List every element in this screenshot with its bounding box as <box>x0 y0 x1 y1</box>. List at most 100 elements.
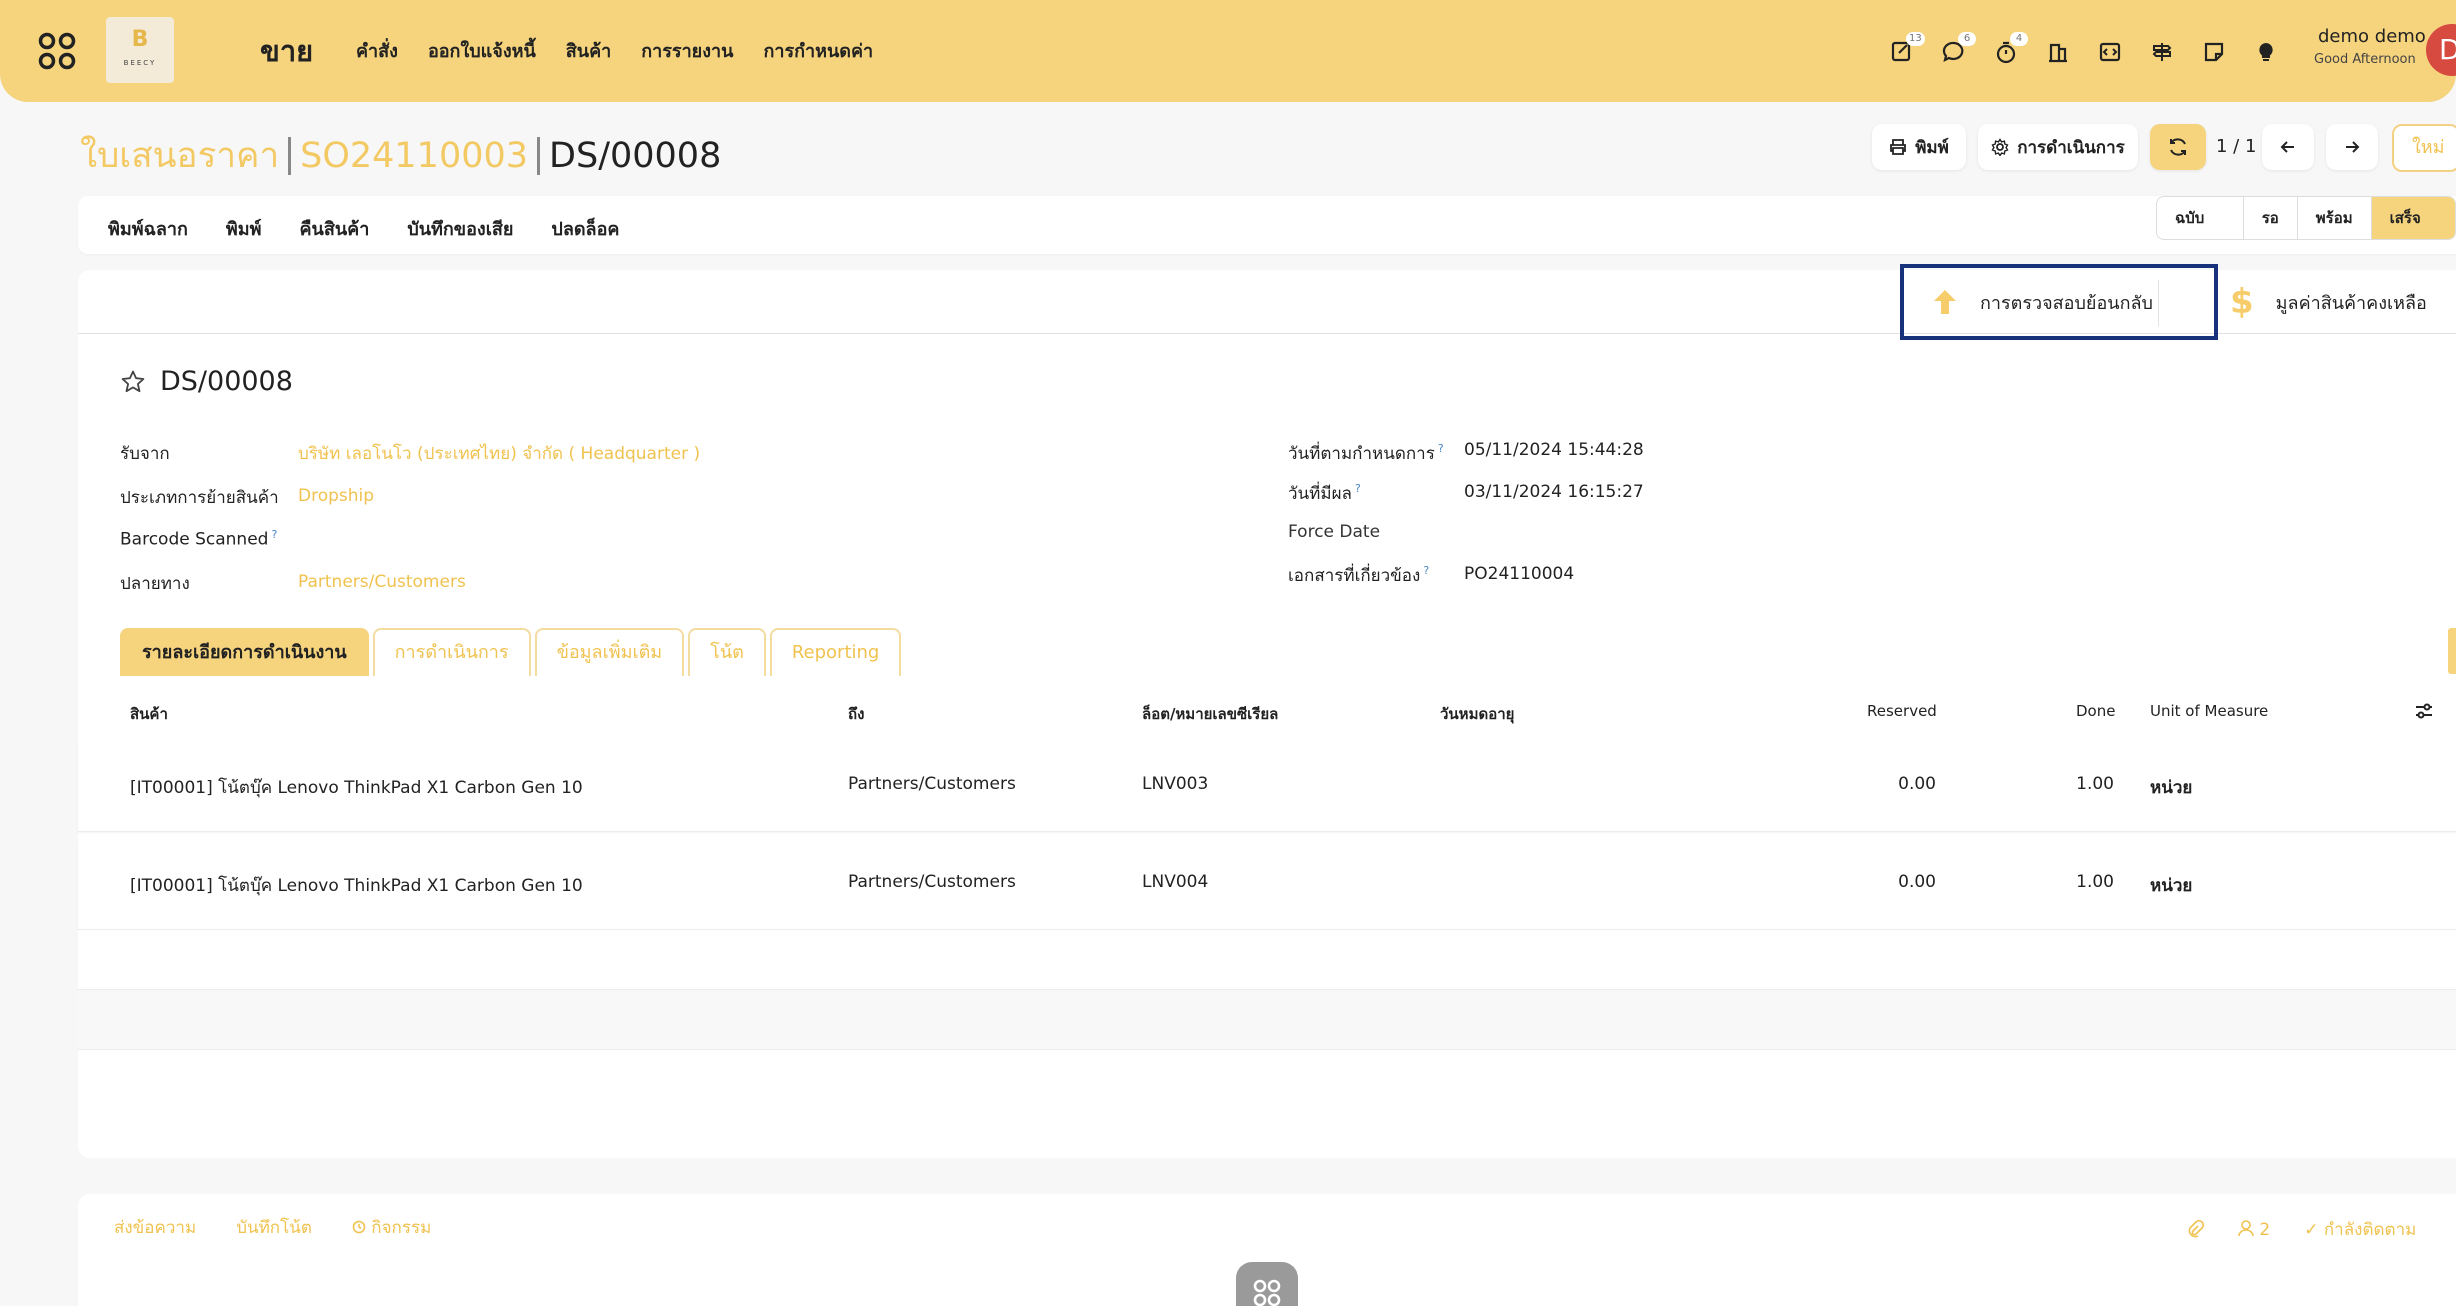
app-title[interactable]: ขาย <box>260 28 313 74</box>
menu-configuration[interactable]: การกำหนดค่า <box>763 36 873 65</box>
table-header: สินค้า ถึง ล็อต/หมายเลขซีเรียล วันหมดอาย… <box>78 682 2456 742</box>
action-menu-button[interactable]: การดำเนินการ <box>1978 124 2138 170</box>
field-effective-date[interactable]: 03/11/2024 16:15:27 <box>1464 482 1644 502</box>
breadcrumb-separator <box>288 136 292 175</box>
user-avatar[interactable]: D <box>2426 24 2456 76</box>
breadcrumb-sale-order[interactable]: SO24110003 <box>300 136 528 176</box>
field-label-receive-from: รับจาก <box>120 444 170 464</box>
status-done[interactable]: เสร็จสิ้น <box>2370 197 2455 239</box>
followers-count: 2 <box>2259 1220 2271 1240</box>
menu-invoicing[interactable]: ออกใบแจ้งหนี้ <box>428 36 536 65</box>
check-icon: ✓ <box>2304 1220 2319 1240</box>
column-expiry[interactable]: วันหมดอายุ <box>1440 702 1514 726</box>
followers-button[interactable]: 2 <box>2238 1219 2270 1240</box>
menu-products[interactable]: สินค้า <box>566 36 611 65</box>
following-label: กำลังติดตาม <box>2323 1220 2417 1240</box>
status-ready[interactable]: พร้อม <box>2296 197 2371 239</box>
tab-reporting[interactable]: Reporting <box>769 628 902 676</box>
previous-record-button[interactable] <box>2262 124 2314 170</box>
lightbulb-icon[interactable] <box>2254 34 2280 66</box>
next-record-button[interactable] <box>2326 124 2378 170</box>
status-draft[interactable]: ฉบับร่าง <box>2157 197 2243 239</box>
print-labels-button[interactable]: พิมพ์ฉลาก <box>108 214 188 243</box>
tab-additional-info[interactable]: ข้อมูลเพิ่มเติม <box>534 628 685 676</box>
tab-note[interactable]: โน้ต <box>688 628 766 676</box>
menu-orders[interactable]: คำสั่ง <box>356 36 398 65</box>
print-form-button[interactable]: พิมพ์ <box>226 214 262 243</box>
table-row[interactable]: [IT00001] โน้ตบุ๊ค Lenovo ThinkPad X1 Ca… <box>78 742 2456 832</box>
effective-date-label: วันที่มีผล <box>1288 484 1352 504</box>
apps-menu-icon[interactable] <box>38 32 76 70</box>
activity-counter: 13 <box>1906 32 1925 46</box>
signpost-icon[interactable] <box>2150 34 2176 66</box>
empty-row <box>78 930 2456 990</box>
send-message-button[interactable]: ส่งข้อความ <box>114 1214 196 1241</box>
help-icon[interactable]: ? <box>271 528 277 541</box>
activities-button[interactable]: กิจกรรม <box>352 1214 431 1241</box>
chat-icon[interactable]: 6 <box>1942 32 1976 66</box>
user-name[interactable]: demo demo <box>2318 26 2426 47</box>
field-label-barcode-scanned: Barcode Scanned? <box>120 528 277 550</box>
column-done[interactable]: Done <box>2076 702 2115 720</box>
column-product[interactable]: สินค้า <box>130 702 168 726</box>
form-sheet: การตรวจสอบย้อนกลับ $ มูลค่าสินค้าคงเหลือ… <box>78 264 2456 1158</box>
field-operation-type[interactable]: Dropship <box>298 486 374 506</box>
dollar-icon: $ <box>2230 282 2254 322</box>
field-source-document[interactable]: PO24110004 <box>1464 564 1574 584</box>
unlock-button[interactable]: ปลดล็อค <box>551 214 619 243</box>
activity-icon[interactable]: 13 <box>1890 32 1925 66</box>
scrap-button[interactable]: บันทึกของเสีย <box>407 214 513 243</box>
table-row[interactable]: [IT00001] โน้ตบุ๊ค Lenovo ThinkPad X1 Ca… <box>78 840 2456 930</box>
column-uom[interactable]: Unit of Measure <box>2150 702 2268 720</box>
column-reserved[interactable]: Reserved <box>1867 702 1937 720</box>
scheduled-date-label: วันที่ตามกำหนดการ <box>1288 444 1435 464</box>
status-bar: ฉบับร่าง รอ พร้อม เสร็จสิ้น <box>2156 196 2456 240</box>
cell-product: [IT00001] โน้ตบุ๊ค Lenovo ThinkPad X1 Ca… <box>130 778 583 798</box>
breadcrumb-quotations[interactable]: ใบเสนอราคา <box>80 128 279 183</box>
source-document-label: เอกสารที่เกี่ยวข้อง <box>1288 566 1421 586</box>
following-button[interactable]: ✓ กำลังติดตาม <box>2304 1216 2416 1243</box>
star-icon[interactable] <box>120 369 146 395</box>
cell-done: 1.00 <box>2076 774 2114 794</box>
top-navbar: B BEECY ขาย คำสั่ง ออกใบแจ้งหนี้ สินค้า … <box>0 0 2456 102</box>
help-icon[interactable]: ? <box>1355 482 1361 495</box>
timer-icon[interactable]: 4 <box>1994 32 2028 66</box>
refresh-button[interactable] <box>2150 124 2206 170</box>
optional-columns-icon[interactable] <box>2414 702 2434 720</box>
tab-detailed-operations[interactable]: รายละเอียดการดำเนินงาน <box>120 628 369 676</box>
side-tab[interactable] <box>2448 628 2456 674</box>
cell-reserved: 0.00 <box>1898 774 1936 794</box>
building-icon[interactable] <box>2046 34 2072 66</box>
field-label-scheduled-date: วันที่ตามกำหนดการ? <box>1288 440 1444 467</box>
return-button[interactable]: คืนสินค้า <box>300 214 370 243</box>
log-note-button[interactable]: บันทึกโน้ต <box>236 1214 312 1241</box>
cell-uom: หน่วย <box>2150 876 2193 896</box>
field-scheduled-date[interactable]: 05/11/2024 15:44:28 <box>1464 440 1644 460</box>
tab-operations[interactable]: การดำเนินการ <box>372 628 531 676</box>
company-logo[interactable]: B BEECY <box>106 17 174 83</box>
user-icon <box>2238 1220 2254 1237</box>
paperclip-icon[interactable] <box>2186 1219 2204 1240</box>
cell-to: Partners/Customers <box>848 774 1016 794</box>
breadcrumb-separator <box>537 136 541 175</box>
barcode-scanned-label: Barcode Scanned <box>120 529 269 550</box>
valuation-smart-button[interactable]: $ มูลค่าสินค้าคงเหลือ <box>2202 270 2456 334</box>
help-icon[interactable]: ? <box>1423 564 1429 577</box>
record-title: DS/00008 <box>160 366 293 397</box>
field-destination[interactable]: Partners/Customers <box>298 572 466 592</box>
column-to[interactable]: ถึง <box>848 702 864 726</box>
arrow-right-icon <box>2346 141 2360 153</box>
column-lot-serial[interactable]: ล็อต/หมายเลขซีเรียล <box>1142 702 1278 726</box>
print-button[interactable]: พิมพ์ <box>1872 124 1966 170</box>
help-icon[interactable]: ? <box>1438 442 1444 455</box>
new-record-button[interactable]: ใหม่ <box>2392 124 2456 172</box>
activities-label: กิจกรรม <box>371 1218 432 1238</box>
field-receive-from[interactable]: บริษัท เลอโนโว (ประเทศไทย) จำกัด ( Headq… <box>298 440 700 467</box>
pager-value[interactable]: 1 / 1 <box>2216 136 2256 157</box>
code-icon[interactable] <box>2098 34 2124 66</box>
notebook-tabs: รายละเอียดการดำเนินงาน การดำเนินการ ข้อม… <box>120 628 902 676</box>
breadcrumb-current: DS/00008 <box>549 135 722 176</box>
menu-reporting[interactable]: การรายงาน <box>641 36 733 65</box>
note-icon[interactable] <box>2202 34 2228 66</box>
status-waiting[interactable]: รอ <box>2242 197 2297 239</box>
